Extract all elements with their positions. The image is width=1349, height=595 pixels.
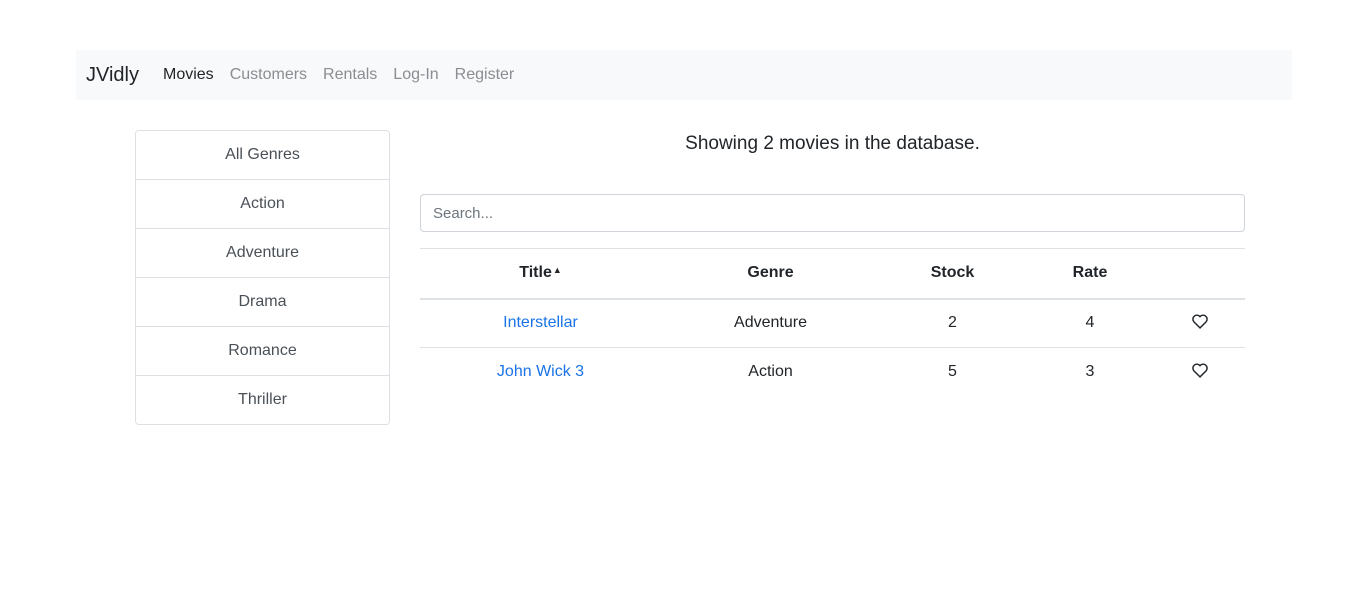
column-header-stock[interactable]: Stock bbox=[880, 248, 1025, 300]
genre-item-romance[interactable]: Romance bbox=[136, 327, 389, 376]
movie-rate: 3 bbox=[1085, 363, 1095, 381]
main-content: Showing 2 movies in the database. Title▲… bbox=[420, 130, 1245, 380]
caret-up-icon: ▲ bbox=[552, 265, 562, 276]
navbar: JVidly Movies Customers Rentals Log-In R… bbox=[76, 50, 1292, 100]
column-header-genre[interactable]: Genre bbox=[661, 248, 880, 300]
movie-title-link[interactable]: Interstellar bbox=[503, 314, 578, 331]
movie-genre: Adventure bbox=[661, 298, 880, 348]
brand-logo[interactable]: JVidly bbox=[86, 64, 139, 87]
column-header-like bbox=[1155, 248, 1245, 300]
table-row: John Wick 3 Action 5 3 bbox=[420, 348, 1245, 397]
movies-table: Title▲ Genre Stock Rate Interstellar Adv… bbox=[420, 248, 1245, 397]
genre-item-drama[interactable]: Drama bbox=[136, 278, 389, 327]
genre-item-all[interactable]: All Genres bbox=[136, 131, 389, 180]
column-header-title[interactable]: Title▲ bbox=[420, 248, 661, 300]
nav-link-login[interactable]: Log-In bbox=[393, 66, 438, 84]
column-header-rate[interactable]: Rate bbox=[1025, 248, 1155, 300]
genre-item-thriller[interactable]: Thriller bbox=[136, 376, 389, 424]
genre-list: All Genres Action Adventure Drama Romanc… bbox=[135, 130, 390, 425]
movie-genre: Action bbox=[748, 363, 793, 381]
nav-link-movies[interactable]: Movies bbox=[163, 66, 214, 84]
table-header-row: Title▲ Genre Stock Rate bbox=[420, 248, 1245, 300]
movie-count-text: Showing 2 movies in the database. bbox=[685, 133, 980, 154]
heart-outline-icon[interactable] bbox=[1191, 313, 1209, 334]
movie-stock: 5 bbox=[948, 363, 957, 381]
movie-stock: 2 bbox=[880, 298, 1025, 348]
nav-link-customers[interactable]: Customers bbox=[230, 66, 307, 84]
movie-title-link[interactable]: John Wick 3 bbox=[497, 363, 584, 380]
table-row: Interstellar Adventure 2 4 bbox=[420, 298, 1245, 348]
nav-link-register[interactable]: Register bbox=[455, 66, 515, 84]
column-header-title-label: Title bbox=[519, 264, 552, 282]
genre-item-action[interactable]: Action bbox=[136, 180, 389, 229]
search-input[interactable] bbox=[420, 194, 1245, 232]
movie-rate: 4 bbox=[1025, 298, 1155, 348]
genre-item-adventure[interactable]: Adventure bbox=[136, 229, 389, 278]
nav-link-rentals[interactable]: Rentals bbox=[323, 66, 377, 84]
heart-outline-icon[interactable] bbox=[1191, 362, 1209, 383]
